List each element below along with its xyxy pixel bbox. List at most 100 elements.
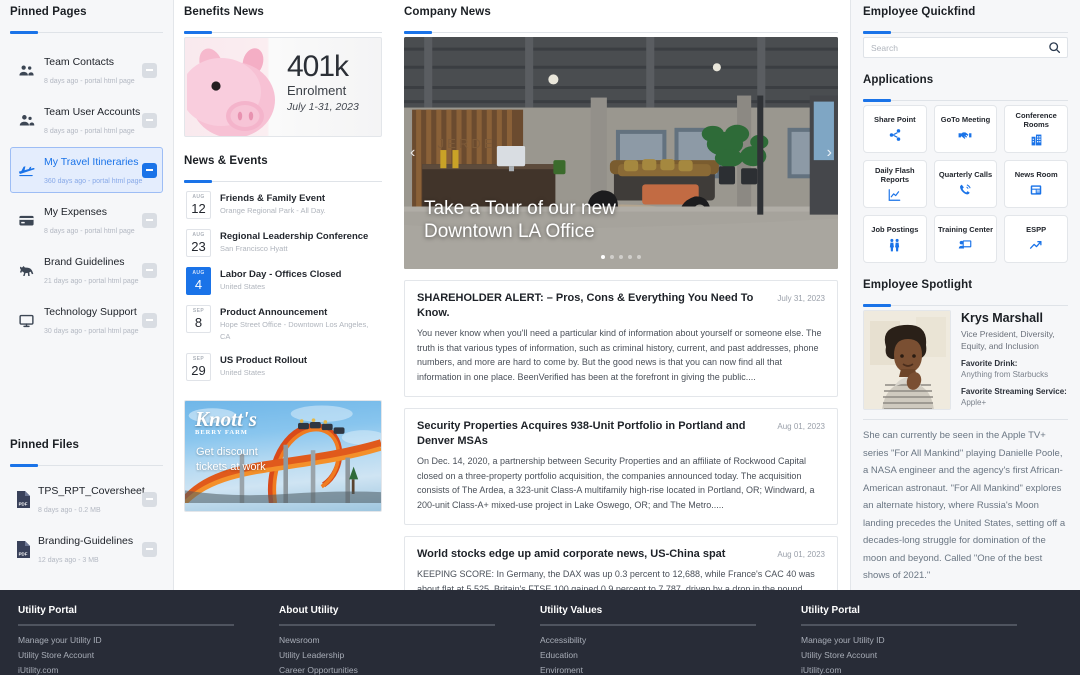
pinned-page-item-selected[interactable]: My Travel Itineraries 360 days ago - por… bbox=[10, 147, 163, 193]
pinned-page-meta: 360 days ago - portal html page bbox=[44, 178, 143, 185]
applications-grid: Share Point GoTo Meeting Conference Room… bbox=[863, 105, 1068, 263]
pinned-page-meta: 8 days ago - portal html page bbox=[44, 78, 135, 85]
news-article-title: Security Properties Acquires 938-Unit Po… bbox=[417, 420, 746, 447]
app-tile-job-postings[interactable]: Job Postings bbox=[863, 215, 927, 263]
unpin-button[interactable] bbox=[142, 262, 157, 278]
people-pair-icon bbox=[887, 237, 902, 253]
app-tile-daily-flash-reports[interactable]: Daily Flash Reports bbox=[863, 160, 927, 208]
pinned-page-item[interactable]: Team Contacts 8 days ago - portal html p… bbox=[10, 47, 163, 93]
event-title: Labor Day - Offices Closed bbox=[220, 269, 342, 280]
news-article[interactable]: SHAREHOLDER ALERT: – Pros, Cons & Everyt… bbox=[404, 280, 838, 397]
event-title: Product Announcement bbox=[220, 307, 328, 318]
footer-link[interactable]: iUtility.com bbox=[801, 663, 1036, 675]
event-item[interactable]: SEP 29 US Product Rollout United States bbox=[184, 348, 382, 386]
hero-carousel[interactable]: JERDE Take a Tour of our new Downtown LA… bbox=[404, 37, 838, 269]
unpin-button[interactable] bbox=[142, 62, 157, 78]
pinned-page-meta: 8 days ago - portal html page bbox=[44, 228, 135, 235]
pinned-page-item[interactable]: Team User Accounts 8 days ago - portal h… bbox=[10, 97, 163, 143]
credit-card-icon bbox=[16, 210, 36, 230]
pinned-page-text: My Expenses 8 days ago - portal html pag… bbox=[44, 202, 135, 238]
unpin-button[interactable] bbox=[142, 112, 157, 128]
carousel-dots[interactable] bbox=[601, 255, 641, 259]
carousel-prev-arrow[interactable]: ‹ bbox=[410, 144, 415, 162]
footer-link[interactable]: Utility Store Account bbox=[18, 648, 253, 663]
pinned-page-item[interactable]: Technology Support 30 days ago - portal … bbox=[10, 297, 163, 343]
employee-photo bbox=[863, 310, 951, 410]
app-tile-training-center[interactable]: Training Center bbox=[933, 215, 998, 263]
footer-link[interactable]: Manage your Utility ID bbox=[801, 633, 1036, 648]
search-input[interactable] bbox=[863, 37, 1068, 58]
carousel-dot[interactable] bbox=[619, 255, 623, 259]
event-item-highlighted[interactable]: AUG 4 Labor Day - Offices Closed United … bbox=[184, 262, 382, 300]
event-item[interactable]: AUG 23 Regional Leadership Conference Sa… bbox=[184, 224, 382, 262]
knotts-berry-farm-ad[interactable]: Knott's BERRY FARM Get discount tickets … bbox=[184, 400, 382, 512]
event-day: 8 bbox=[194, 315, 203, 330]
pinned-file-item[interactable]: PDF Branding-Guidelines 12 days ago - 3 … bbox=[10, 526, 163, 572]
svg-text:PDF: PDF bbox=[19, 551, 28, 556]
carousel-dot[interactable] bbox=[610, 255, 614, 259]
people-group-icon bbox=[16, 60, 36, 80]
carousel-dot[interactable] bbox=[601, 255, 605, 259]
unpin-file-button[interactable] bbox=[142, 541, 157, 557]
benefits-news-rule bbox=[184, 31, 382, 34]
benefits-401k-promo[interactable]: 401k Enrolment July 1-31, 2023 bbox=[184, 37, 382, 137]
building-icon bbox=[1030, 132, 1043, 148]
unpin-button[interactable] bbox=[142, 312, 157, 328]
footer-link[interactable]: Manage your Utility ID bbox=[18, 633, 253, 648]
unpin-button[interactable] bbox=[142, 212, 157, 228]
footer-link[interactable]: iUtility.com bbox=[18, 663, 253, 675]
right-sidebar: Employee Quickfind Applications Share Po… bbox=[850, 0, 1080, 590]
news-article-date: July 31, 2023 bbox=[777, 294, 825, 303]
carousel-next-arrow[interactable]: › bbox=[827, 144, 832, 162]
event-date-badge: AUG 4 bbox=[186, 267, 211, 295]
carousel-dot[interactable] bbox=[628, 255, 632, 259]
footer-link[interactable]: Newsroom bbox=[279, 633, 514, 648]
pinned-file-item[interactable]: PDF TPS_RPT_Coversheet 8 days ago - 0.2 … bbox=[10, 476, 163, 522]
footer-link[interactable]: Accessibility bbox=[540, 633, 775, 648]
footer-link[interactable]: Enviroment bbox=[540, 663, 775, 675]
footer-column-title: Utility Portal bbox=[18, 605, 77, 616]
pinned-page-meta: 30 days ago - portal html page bbox=[44, 328, 139, 335]
pinned-page-item[interactable]: Brand Guidelines 21 days ago - portal ht… bbox=[10, 247, 163, 293]
pinned-page-item[interactable]: My Expenses 8 days ago - portal html pag… bbox=[10, 197, 163, 243]
pinned-page-text: Brand Guidelines 21 days ago - portal ht… bbox=[44, 252, 139, 288]
company-news-header: Company News bbox=[404, 6, 838, 24]
carousel-dot[interactable] bbox=[637, 255, 641, 259]
app-tile-share-point[interactable]: Share Point bbox=[863, 105, 927, 153]
airplane-icon bbox=[16, 160, 36, 180]
quickfind-title: Employee Quickfind bbox=[863, 6, 976, 18]
applications-rule bbox=[863, 99, 1068, 102]
search-icon[interactable] bbox=[1048, 41, 1061, 59]
event-item[interactable]: AUG 12 Friends & Family Event Orange Reg… bbox=[184, 186, 382, 224]
knotts-cta-line2: tickets at work bbox=[196, 461, 266, 473]
pinned-page-title: My Travel Itineraries bbox=[44, 156, 139, 168]
chart-line-icon bbox=[887, 187, 902, 203]
app-tile-label: Job Postings bbox=[871, 225, 919, 234]
pdf-file-icon: PDF bbox=[16, 490, 30, 508]
favorite-drink-value: Anything from Starbucks bbox=[961, 370, 1049, 379]
app-tile-goto-meeting[interactable]: GoTo Meeting bbox=[933, 105, 998, 153]
footer-link[interactable]: Education bbox=[540, 648, 775, 663]
footer-column-title: About Utility bbox=[279, 605, 339, 616]
unpin-file-button[interactable] bbox=[142, 491, 157, 507]
knotts-brand-name: Knott's bbox=[195, 407, 257, 431]
news-article[interactable]: Security Properties Acquires 938-Unit Po… bbox=[404, 408, 838, 525]
news-events-title: News & Events bbox=[184, 155, 268, 167]
app-tile-news-room[interactable]: News Room bbox=[1004, 160, 1068, 208]
app-tile-espp[interactable]: ESPP bbox=[1004, 215, 1068, 263]
pinned-page-title: Team Contacts bbox=[44, 56, 115, 68]
knotts-cta: Get discount tickets at work bbox=[196, 445, 266, 475]
event-item[interactable]: SEP 8 Product Announcement Hope Street O… bbox=[184, 300, 382, 348]
pinned-file-text: Branding-Guidelines 12 days ago - 3 MB bbox=[38, 531, 134, 567]
footer-link[interactable]: Career Opportunities bbox=[279, 663, 514, 675]
unpin-button[interactable] bbox=[142, 162, 157, 178]
pinned-files-title: Pinned Files bbox=[10, 439, 79, 451]
footer-link[interactable]: Utility Store Account bbox=[801, 648, 1036, 663]
event-info: US Product Rollout United States bbox=[220, 353, 380, 379]
knotts-cta-line1: Get discount bbox=[196, 446, 258, 458]
pdf-file-icon: PDF bbox=[16, 540, 30, 558]
app-tile-quarterly-calls[interactable]: Quarterly Calls bbox=[933, 160, 998, 208]
company-news-rule bbox=[404, 31, 838, 34]
footer-link[interactable]: Utility Leadership bbox=[279, 648, 514, 663]
app-tile-conference-rooms[interactable]: Conference Rooms bbox=[1004, 105, 1068, 153]
